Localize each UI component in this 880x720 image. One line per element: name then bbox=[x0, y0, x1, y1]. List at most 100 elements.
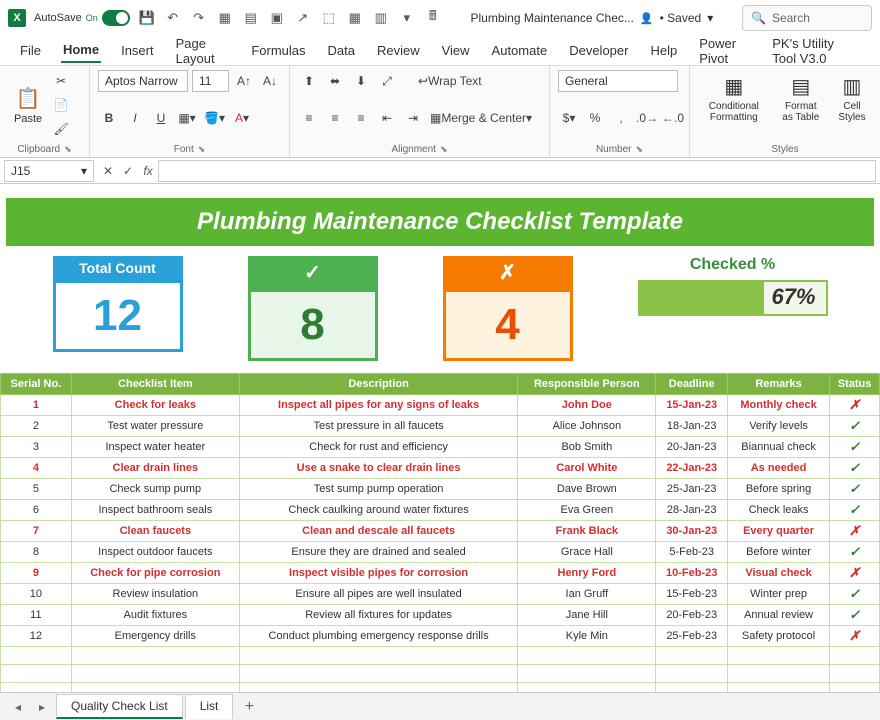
cell[interactable]: Frank Black bbox=[518, 521, 656, 542]
cell[interactable]: 18-Jan-23 bbox=[656, 416, 728, 437]
percent-button[interactable]: % bbox=[584, 107, 606, 129]
fill-color-button[interactable]: 🪣▾ bbox=[202, 107, 227, 129]
table-row[interactable]: 2Test water pressureTest pressure in all… bbox=[1, 416, 880, 437]
column-header[interactable]: Deadline bbox=[656, 374, 728, 395]
status-cell[interactable]: ✓ bbox=[830, 500, 880, 521]
cell[interactable]: 28-Jan-23 bbox=[656, 500, 728, 521]
table-row[interactable]: 10Review insulationEnsure all pipes are … bbox=[1, 584, 880, 605]
cell[interactable]: 25-Feb-23 bbox=[656, 626, 728, 647]
align-center-button[interactable]: ≡ bbox=[324, 107, 346, 129]
ribbon-tab-pk-s-utility-tool-v3-0[interactable]: PK's Utility Tool V3.0 bbox=[770, 32, 862, 70]
cell[interactable]: 15-Feb-23 bbox=[656, 584, 728, 605]
increase-indent-button[interactable]: ⇥ bbox=[402, 107, 424, 129]
align-bottom-button[interactable]: ⬇ bbox=[350, 70, 372, 92]
cell[interactable]: 5-Feb-23 bbox=[656, 542, 728, 563]
increase-font-button[interactable]: A↑ bbox=[233, 70, 255, 92]
ribbon-tab-automate[interactable]: Automate bbox=[490, 39, 550, 62]
ribbon-tab-formulas[interactable]: Formulas bbox=[249, 39, 307, 62]
dialog-launcher-icon[interactable]: ⬊ bbox=[198, 144, 206, 155]
cell[interactable]: 8 bbox=[1, 542, 72, 563]
column-header[interactable]: Description bbox=[239, 374, 517, 395]
cell[interactable]: Eva Green bbox=[518, 500, 656, 521]
border-button[interactable]: ▦▾ bbox=[176, 107, 198, 129]
paste-button[interactable]: 📋Paste bbox=[8, 70, 48, 140]
cell[interactable]: 4 bbox=[1, 458, 72, 479]
table-row[interactable]: 5Check sump pumpTest sump pump operation… bbox=[1, 479, 880, 500]
copy-button[interactable]: 📄 bbox=[50, 94, 72, 116]
underline-button[interactable]: U bbox=[150, 107, 172, 129]
cell[interactable]: Every quarter bbox=[727, 521, 829, 542]
cell[interactable] bbox=[830, 647, 880, 665]
cell[interactable] bbox=[727, 647, 829, 665]
cell[interactable]: 2 bbox=[1, 416, 72, 437]
number-format-select[interactable]: General bbox=[558, 70, 678, 92]
cell[interactable]: Bob Smith bbox=[518, 437, 656, 458]
ribbon-tab-developer[interactable]: Developer bbox=[567, 39, 630, 62]
cell[interactable]: Review insulation bbox=[71, 584, 239, 605]
table-row[interactable]: 3Inspect water heaterCheck for rust and … bbox=[1, 437, 880, 458]
cell[interactable]: Before winter bbox=[727, 542, 829, 563]
cell[interactable] bbox=[71, 665, 239, 683]
cell[interactable]: Check for pipe corrosion bbox=[71, 563, 239, 584]
prev-sheet-button[interactable]: ◂ bbox=[8, 700, 28, 714]
cell[interactable]: Clean faucets bbox=[71, 521, 239, 542]
cell[interactable]: Verify levels bbox=[727, 416, 829, 437]
cell[interactable]: Check sump pump bbox=[71, 479, 239, 500]
cell[interactable]: Check caulking around water fixtures bbox=[239, 500, 517, 521]
comma-button[interactable]: , bbox=[610, 107, 632, 129]
ribbon-tab-insert[interactable]: Insert bbox=[119, 39, 156, 62]
add-sheet-button[interactable]: + bbox=[237, 698, 261, 716]
status-cell[interactable]: ✗ bbox=[830, 521, 880, 542]
decrease-decimal-button[interactable]: ←.0 bbox=[662, 107, 684, 129]
cell[interactable]: Ian Gruff bbox=[518, 584, 656, 605]
qat-icon[interactable]: ▾ bbox=[398, 9, 416, 27]
cell[interactable]: Annual review bbox=[727, 605, 829, 626]
cell[interactable]: Jane Hill bbox=[518, 605, 656, 626]
cell[interactable] bbox=[518, 647, 656, 665]
cell[interactable]: 7 bbox=[1, 521, 72, 542]
merge-center-button[interactable]: ▦ Merge & Center ▾ bbox=[428, 107, 534, 129]
status-cell[interactable]: ✓ bbox=[830, 542, 880, 563]
currency-button[interactable]: $▾ bbox=[558, 107, 580, 129]
cell[interactable]: Test sump pump operation bbox=[239, 479, 517, 500]
cell[interactable]: 3 bbox=[1, 437, 72, 458]
fx-button[interactable]: fx bbox=[138, 164, 158, 178]
cell[interactable] bbox=[656, 665, 728, 683]
cell[interactable]: Before spring bbox=[727, 479, 829, 500]
cell[interactable]: Safety protocol bbox=[727, 626, 829, 647]
autosave-toggle[interactable]: AutoSave On bbox=[34, 10, 130, 26]
cell[interactable]: Audit fixtures bbox=[71, 605, 239, 626]
cut-button[interactable]: ✂ bbox=[50, 70, 72, 92]
cell[interactable]: Carol White bbox=[518, 458, 656, 479]
align-top-button[interactable]: ⬆ bbox=[298, 70, 320, 92]
status-cell[interactable]: ✗ bbox=[830, 563, 880, 584]
cell[interactable]: 10 bbox=[1, 584, 72, 605]
cell[interactable] bbox=[239, 665, 517, 683]
search-input[interactable]: 🔍 Search bbox=[742, 5, 872, 31]
table-row[interactable] bbox=[1, 665, 880, 683]
conditional-formatting-button[interactable]: ▦Conditional Formatting bbox=[698, 70, 770, 127]
status-cell[interactable]: ✓ bbox=[830, 458, 880, 479]
chevron-down-icon[interactable]: ▾ bbox=[81, 164, 87, 178]
cell[interactable]: Check for rust and efficiency bbox=[239, 437, 517, 458]
status-cell[interactable]: ✗ bbox=[830, 626, 880, 647]
column-header[interactable]: Checklist Item bbox=[71, 374, 239, 395]
cell[interactable]: Use a snake to clear drain lines bbox=[239, 458, 517, 479]
format-as-table-button[interactable]: ▤Format as Table bbox=[774, 70, 828, 127]
cell[interactable]: 6 bbox=[1, 500, 72, 521]
cell[interactable]: Check for leaks bbox=[71, 395, 239, 416]
ribbon-tab-page-layout[interactable]: Page Layout bbox=[174, 32, 232, 70]
cell[interactable]: Check leaks bbox=[727, 500, 829, 521]
increase-decimal-button[interactable]: .0→ bbox=[636, 107, 658, 129]
qat-icon[interactable]: ▦ bbox=[216, 9, 234, 27]
cell[interactable]: 12 bbox=[1, 626, 72, 647]
cell[interactable] bbox=[518, 665, 656, 683]
cell[interactable]: 10-Feb-23 bbox=[656, 563, 728, 584]
status-cell[interactable]: ✓ bbox=[830, 584, 880, 605]
enter-formula-button[interactable]: ✓ bbox=[118, 164, 138, 178]
table-row[interactable]: 9Check for pipe corrosionInspect visible… bbox=[1, 563, 880, 584]
cell[interactable]: Inspect all pipes for any signs of leaks bbox=[239, 395, 517, 416]
cell[interactable]: Winter prep bbox=[727, 584, 829, 605]
qat-icon[interactable]: ▤ bbox=[242, 9, 260, 27]
cell[interactable]: Review all fixtures for updates bbox=[239, 605, 517, 626]
